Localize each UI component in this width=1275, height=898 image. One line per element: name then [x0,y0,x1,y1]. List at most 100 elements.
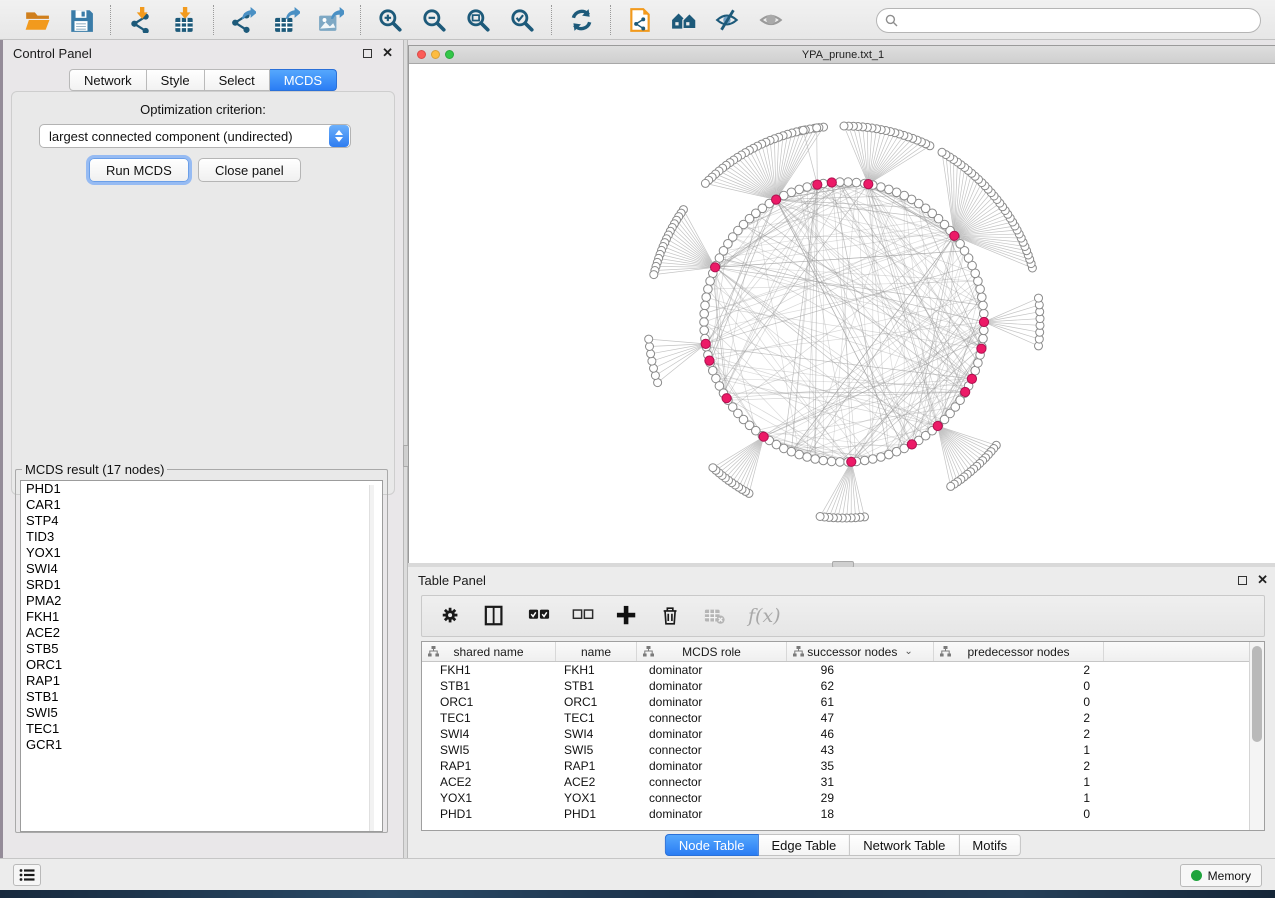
table-row[interactable]: STB1STB1dominator620 [422,678,1250,694]
mcds-result-item[interactable]: STB5 [21,641,382,657]
float-panel-icon[interactable] [363,49,372,58]
refresh-layout-icon[interactable] [566,5,596,35]
search-input[interactable] [903,14,1260,28]
mcds-result-item[interactable]: PHD1 [21,481,382,497]
tab-network-table[interactable]: Network Table [850,834,959,856]
columns-icon[interactable] [484,603,506,629]
close-panel-button[interactable]: Close panel [198,158,301,182]
mcds-result-title: MCDS result (17 nodes) [22,462,167,477]
mcds-result-item[interactable]: PMA2 [21,593,382,609]
mcds-result-item[interactable]: SWI4 [21,561,382,577]
document-network-icon[interactable] [625,5,655,35]
table-row[interactable]: ORC1ORC1dominator610 [422,694,1250,710]
table-row[interactable]: ACE2ACE2connector311 [422,774,1250,790]
plus-icon[interactable] [616,603,638,629]
close-panel-icon[interactable]: ✕ [1257,572,1268,588]
mcds-result-item[interactable]: GCR1 [21,737,382,753]
table-row[interactable]: YOX1YOX1connector291 [422,790,1250,806]
close-panel-icon[interactable]: ✕ [382,45,393,61]
open-session-icon[interactable] [22,5,52,35]
cell-MCDS-role: dominator [637,678,787,694]
mcds-result-group: MCDS result (17 nodes) PHD1CAR1STP4TID3Y… [15,462,388,833]
mcds-list-scrollbar[interactable] [369,485,374,832]
zoom-out-icon[interactable] [419,5,449,35]
cell-predecessor-nodes: 0 [934,694,1104,710]
network-canvas[interactable] [409,64,1275,563]
trash-icon[interactable] [660,603,682,629]
task-history-button[interactable] [13,864,41,886]
zoom-selected-icon[interactable] [507,5,537,35]
cell-successor-nodes: 35 [787,758,934,774]
mcds-result-item[interactable]: TEC1 [21,721,382,737]
tab-select[interactable]: Select [205,69,270,91]
eye-slash-icon[interactable] [713,5,743,35]
criterion-value: largest connected component (undirected) [40,129,329,144]
table-row[interactable]: SWI5SWI5connector431 [422,742,1250,758]
mcds-result-item[interactable]: STP4 [21,513,382,529]
mcds-result-item[interactable]: STB1 [21,689,382,705]
column-header-MCDS-role[interactable]: MCDS role [637,642,787,661]
gear-icon[interactable] [440,603,462,629]
cell-name: FKH1 [556,662,637,678]
import-network-icon[interactable] [125,5,155,35]
mcds-result-item[interactable]: SRD1 [21,577,382,593]
table-row[interactable]: TEC1TEC1connector472 [422,710,1250,726]
zoom-fit-icon[interactable] [463,5,493,35]
mcds-result-item[interactable]: SWI5 [21,705,382,721]
mcds-result-item[interactable]: TID3 [21,529,382,545]
memory-button[interactable]: Memory [1180,864,1262,887]
mcds-result-item[interactable]: ORC1 [21,657,382,673]
run-mcds-button[interactable]: Run MCDS [89,158,189,182]
cell-shared-name: PHD1 [422,806,556,822]
cell-name: RAP1 [556,758,637,774]
column-header-predecessor-nodes[interactable]: predecessor nodes [934,642,1104,661]
cell-predecessor-nodes: 1 [934,790,1104,806]
criterion-dropdown[interactable]: largest connected component (undirected) [39,124,351,148]
search-box[interactable] [876,8,1261,33]
import-table-icon[interactable] [169,5,199,35]
cell-shared-name: RAP1 [422,758,556,774]
cell-predecessor-nodes: 0 [934,806,1104,822]
deselect-all-icon[interactable] [572,603,594,629]
table-row[interactable]: SWI4SWI4dominator462 [422,726,1250,742]
cell-MCDS-role: connector [637,742,787,758]
mcds-result-item[interactable]: CAR1 [21,497,382,513]
mcds-result-item[interactable]: YOX1 [21,545,382,561]
mcds-result-item[interactable]: ACE2 [21,625,382,641]
node-table[interactable]: shared namenameMCDS rolesuccessor nodes⌄… [421,641,1265,831]
control-panel-header: Control Panel ✕ [3,40,403,66]
zoom-in-icon[interactable] [375,5,405,35]
memory-status-icon [1191,870,1202,881]
mcds-result-list[interactable]: PHD1CAR1STP4TID3YOX1SWI4SRD1PMA2FKH1ACE2… [20,480,383,832]
float-panel-icon[interactable] [1238,576,1247,585]
mcds-result-item[interactable]: FKH1 [21,609,382,625]
network-window-titlebar[interactable]: YPA_prune.txt_1 [409,46,1275,64]
tab-style[interactable]: Style [147,69,205,91]
tab-network[interactable]: Network [69,69,147,91]
table-row[interactable]: PHD1PHD1dominator180 [422,806,1250,822]
table-row[interactable]: RAP1RAP1dominator352 [422,758,1250,774]
tab-mcds[interactable]: MCDS [270,69,337,91]
houses-icon[interactable] [669,5,699,35]
cell-name: ORC1 [556,694,637,710]
tab-edge-table[interactable]: Edge Table [758,834,850,856]
export-network-icon[interactable] [228,5,258,35]
column-header-name[interactable]: name [556,642,637,661]
mcds-result-item[interactable]: RAP1 [21,673,382,689]
tab-motifs[interactable]: Motifs [959,834,1021,856]
table-scrollbar[interactable] [1249,642,1264,830]
scrollbar-thumb[interactable] [1252,646,1262,742]
select-all-icon[interactable] [528,603,550,629]
tab-node-table[interactable]: Node Table [665,834,759,856]
column-header-successor-nodes[interactable]: successor nodes⌄ [787,642,934,661]
export-image-icon[interactable] [316,5,346,35]
cell-MCDS-role: dominator [637,758,787,774]
save-session-icon[interactable] [66,5,96,35]
cell-predecessor-nodes: 2 [934,758,1104,774]
table-row[interactable]: FKH1FKH1dominator962 [422,662,1250,678]
fx-icon: f(x) [748,603,781,629]
eye-icon [757,5,787,35]
column-header-shared-name[interactable]: shared name [422,642,556,661]
export-table-icon[interactable] [272,5,302,35]
search-icon [885,14,898,27]
